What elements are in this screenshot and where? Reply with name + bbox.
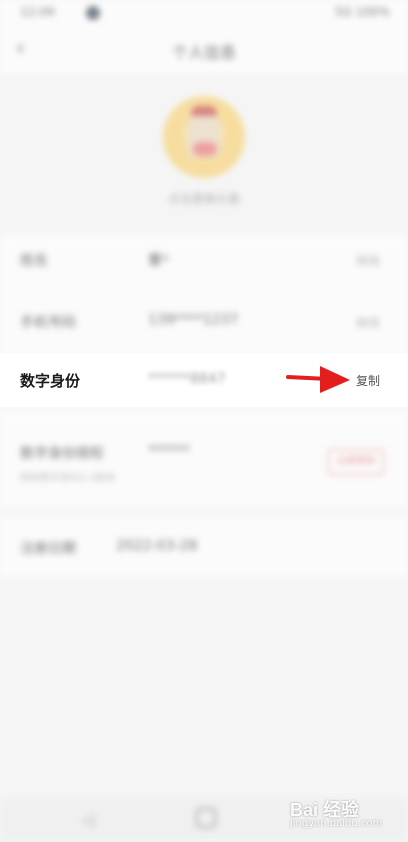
authorize-button[interactable]: 立即授权 xyxy=(328,449,384,475)
info-card-authorization: 数字身份授权 ****** 授权数字身份2.0版本 立即授权 xyxy=(0,413,408,506)
red-pointer-arrow-icon xyxy=(286,366,350,393)
digital-identity-value: ******8847 xyxy=(148,371,226,387)
status-indicators: 5G 100% xyxy=(334,5,390,19)
blurred-background: 12:09 5G 100% ‹ 个人信息 点击更换头像 姓名 曹* 修改 手机号… xyxy=(0,0,408,842)
authorization-value: ****** xyxy=(148,443,190,459)
copy-button[interactable]: 复制 xyxy=(356,372,380,389)
navigation-bar: ‹ 个人信息 xyxy=(0,26,408,74)
phone-label: 手机号码 xyxy=(20,315,76,331)
system-back-icon[interactable]: ◁ xyxy=(82,810,98,829)
name-value: 曹* xyxy=(148,253,169,269)
registration-label: 注册日期 xyxy=(20,541,76,557)
edit-phone-button[interactable]: 修改 xyxy=(356,314,380,331)
authorization-sub-label: 授权数字身份2.0版本 xyxy=(20,473,116,484)
status-time: 12:09 xyxy=(20,5,55,19)
avatar-accent xyxy=(193,142,217,156)
phone-value: 139****1237 xyxy=(148,312,239,328)
notification-icon xyxy=(86,6,100,20)
avatar[interactable] xyxy=(163,96,245,178)
status-bar: 12:09 5G 100% xyxy=(0,0,408,26)
system-home-icon[interactable] xyxy=(196,808,216,828)
edit-name-button[interactable]: 修改 xyxy=(356,252,380,269)
name-label: 姓名 xyxy=(20,253,48,269)
avatar-caption: 点击更换头像 xyxy=(167,192,240,206)
baidu-jingyan-watermark: Bai 经验 jingyan.baidu.com xyxy=(290,796,400,832)
digital-identity-label: 数字身份 xyxy=(20,372,81,390)
info-card-registration: 注册日期 2022-03-28 xyxy=(0,518,408,576)
registration-date: 2022-03-28 xyxy=(116,538,198,554)
watermark-url: jingyan.baidu.com xyxy=(290,818,383,829)
profile-header: 点击更换头像 xyxy=(0,74,408,224)
authorization-label: 数字身份授权 xyxy=(20,446,104,462)
avatar-hat xyxy=(191,106,217,116)
page-title: 个人信息 xyxy=(171,43,236,62)
